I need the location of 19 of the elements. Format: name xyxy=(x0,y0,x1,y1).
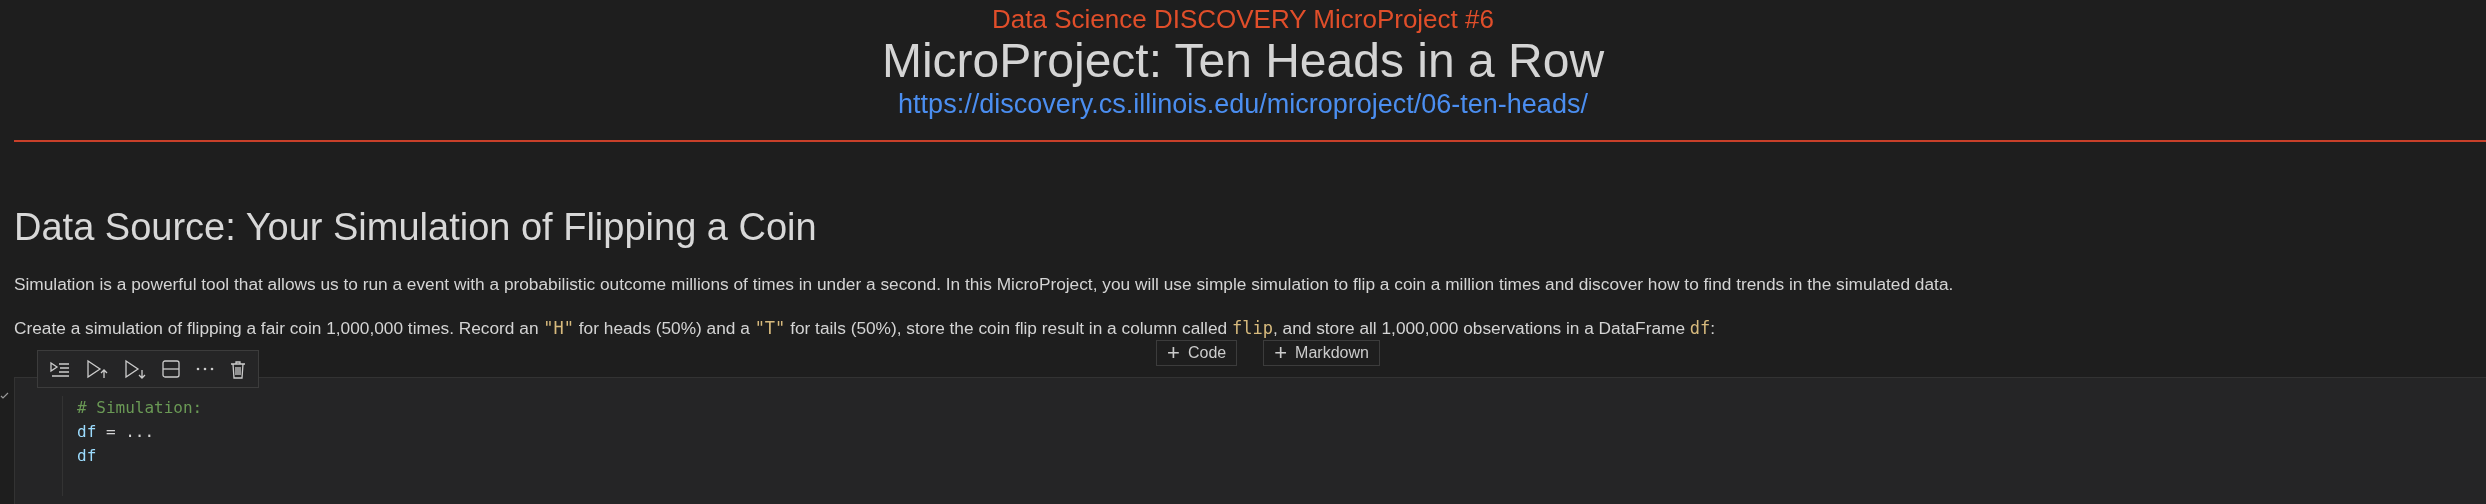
split-icon xyxy=(162,360,180,378)
code-cell[interactable]: # Simulation: df = ... df xyxy=(14,377,2486,504)
add-cell-button[interactable]: + Code xyxy=(1156,340,1238,366)
play-down-icon xyxy=(124,359,146,379)
paragraph: Simulation is a powerful tool that allows us to run a event with a probabilistic outcome millions of times in under a second. In this MicroProject, you will use simple simulation to flip a coin a million times and discover how to find trends in the simulated data. xyxy=(14,273,1955,296)
project-subtitle: Data Science DISCOVERY MicroProject #6 xyxy=(992,4,1494,34)
project-link[interactable]: https://discovery.cs.illinois.edu/microproject/06-ten-heads/ xyxy=(898,88,1588,120)
code-line: df = ... xyxy=(77,421,156,443)
play-up-icon xyxy=(86,359,108,379)
code-line: # Simulation: xyxy=(77,397,204,419)
code-line: df xyxy=(77,445,98,467)
section-heading: Data Source: Your Simulation of Flipping a Coin xyxy=(14,205,818,250)
run-lines-icon xyxy=(50,360,70,378)
page-title: MicroProject: Ten Heads in a Row xyxy=(881,34,1605,88)
check-icon xyxy=(0,392,9,399)
more-icon xyxy=(196,367,214,371)
add-cell-button[interactable]: + Markdown xyxy=(1263,340,1380,366)
paragraph: Create a simulation of flipping a fair coin 1,000,000 times. Record an "H" for heads (50%) and a "T" for tails (50%), store the coin flip result in a column called flip, and store all 1,000,000 observations in a DataFrame df: xyxy=(14,317,1717,340)
trash-icon xyxy=(230,359,246,379)
